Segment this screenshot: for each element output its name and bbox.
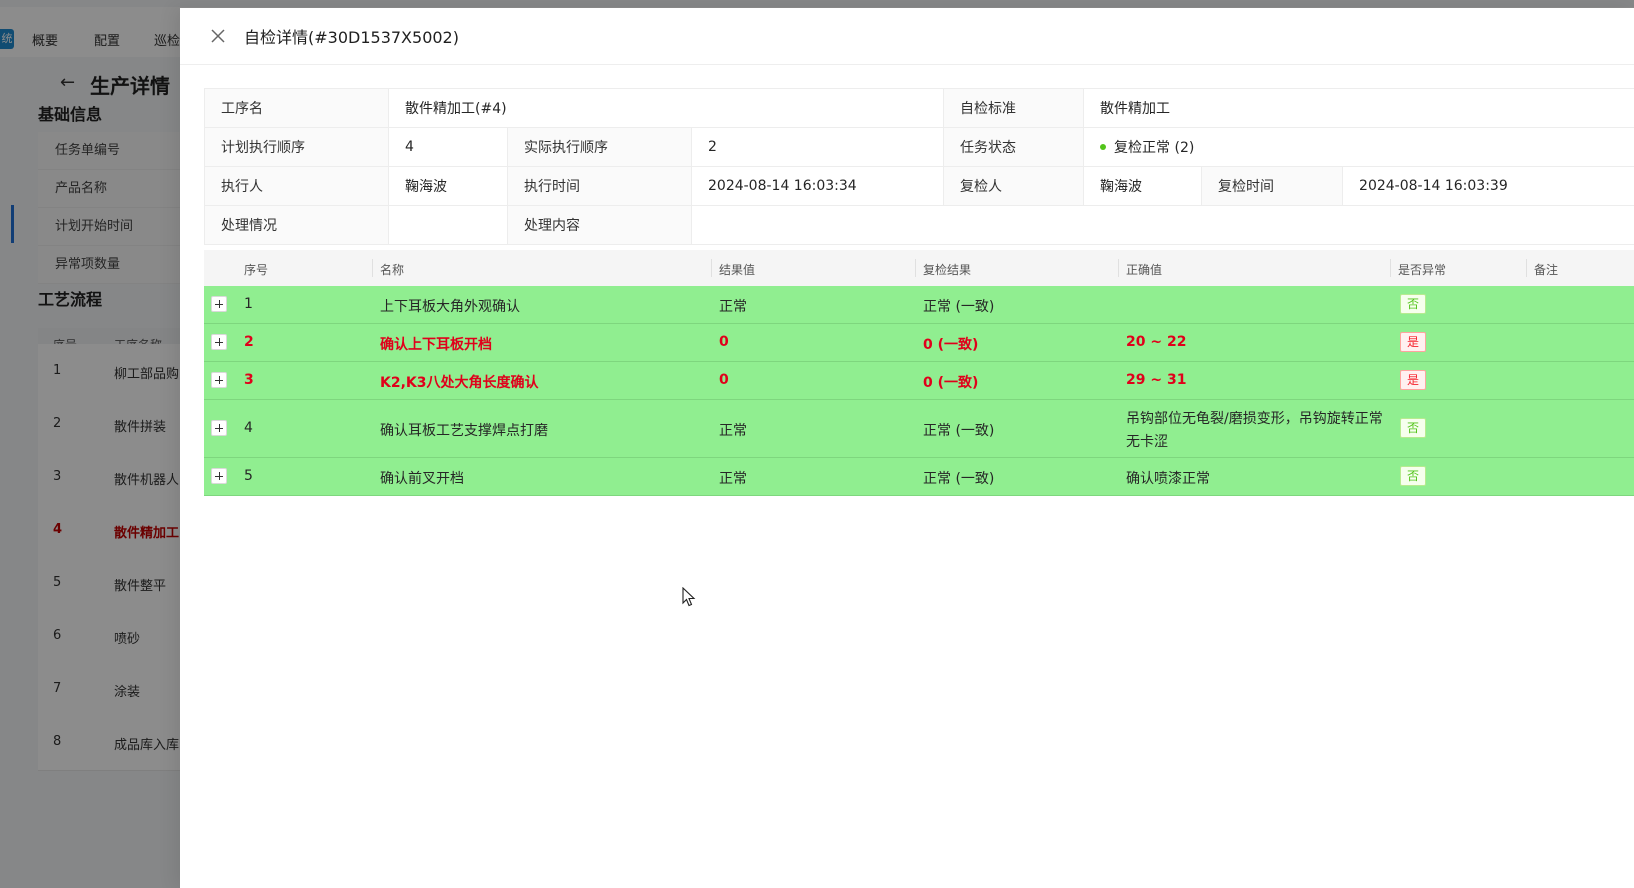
header-abnormal: 是否异常 (1398, 263, 1447, 277)
cell-result: 0 (719, 334, 729, 350)
cell-result: 0 (719, 372, 729, 388)
value-actual-order: 2 (690, 127, 945, 167)
close-icon[interactable] (208, 26, 228, 46)
expand-row-icon[interactable] (211, 296, 227, 312)
label-handling: 处理情况 (204, 205, 389, 245)
label-handling-content: 处理内容 (507, 205, 692, 245)
cell-recheck: 正常 (一致) (923, 299, 995, 315)
cell-correct: 确认喷漆正常 (1126, 471, 1210, 487)
label-executor: 执行人 (204, 166, 389, 206)
label-rechecker: 复检人 (943, 166, 1085, 206)
header-recheck: 复检结果 (923, 263, 972, 277)
mouse-pointer-icon (682, 586, 696, 611)
task-status-text: 复检正常 (2) (1114, 140, 1195, 156)
label-plan-order: 计划执行顺序 (204, 127, 389, 167)
cell-name: 上下耳板大角外观确认 (380, 299, 520, 315)
abnormal-tag: 是 (1400, 332, 1426, 352)
table-row[interactable]: 1 上下耳板大角外观确认 正常 正常 (一致) 否 (204, 286, 1634, 324)
header-remark: 备注 (1534, 263, 1559, 277)
value-standard: 散件精加工 (1083, 88, 1634, 128)
cell-name: 确认前叉开档 (380, 471, 464, 487)
value-plan-order: 4 (388, 127, 508, 167)
cell-recheck: 0 (一致) (923, 375, 979, 391)
abnormal-tag: 否 (1400, 418, 1426, 438)
label-actual-order: 实际执行顺序 (507, 127, 692, 167)
cell-name: K2,K3八处大角长度确认 (380, 375, 539, 391)
cell-no: 5 (244, 468, 253, 484)
abnormal-tag: 否 (1400, 294, 1426, 314)
cell-no: 3 (244, 372, 254, 388)
label-task-status: 任务状态 (943, 127, 1085, 167)
cell-result: 正常 (719, 471, 747, 487)
cell-name: 确认耳板工艺支撑焊点打磨 (380, 423, 548, 439)
value-task-status: 复检正常 (2) (1083, 127, 1634, 167)
table-row[interactable]: 2 确认上下耳板开档 0 0 (一致) 20 ~ 22 是 (204, 324, 1634, 362)
cell-no: 4 (244, 420, 253, 436)
expand-row-icon[interactable] (211, 334, 227, 350)
label-recheck-time: 复检时间 (1201, 166, 1344, 206)
cell-result: 正常 (719, 299, 747, 315)
header-no: 序号 (244, 263, 269, 277)
drawer-header: 自检详情(#30D1537X5002) (180, 8, 1634, 65)
table-row[interactable]: 4 确认耳板工艺支撑焊点打磨 正常 正常 (一致) 吊钩部位无龟裂/磨损变形，吊… (204, 400, 1634, 458)
header-correct: 正确值 (1126, 263, 1163, 277)
label-exec-time: 执行时间 (507, 166, 692, 206)
status-dot-icon (1100, 144, 1107, 150)
value-rechecker: 鞠海波 (1083, 166, 1203, 206)
self-check-drawer: 自检详情(#30D1537X5002) 工序名 散件精加工(#4) 自检标准 散… (180, 8, 1634, 888)
cell-no: 2 (244, 334, 254, 350)
cell-correct-line1: 吊钩部位无龟裂/磨损变形，吊钩旋转正常 (1126, 411, 1383, 427)
check-items-table: 序号 名称 结果值 复检结果 正确值 是否异常 备注 1 上下耳板大角外观确认 … (204, 250, 1634, 496)
value-handling (388, 205, 508, 245)
label-standard: 自检标准 (943, 88, 1085, 128)
value-recheck-time: 2024-08-14 16:03:39 (1342, 166, 1634, 206)
cell-no: 1 (244, 296, 253, 312)
header-result: 结果值 (719, 263, 756, 277)
cell-result: 正常 (719, 423, 747, 439)
value-exec-time: 2024-08-14 16:03:34 (690, 166, 945, 206)
abnormal-tag: 是 (1400, 370, 1426, 390)
cell-recheck: 正常 (一致) (923, 423, 995, 439)
cell-correct: 29 ~ 31 (1126, 372, 1187, 388)
cell-correct-line2: 无卡涩 (1126, 434, 1168, 450)
expand-row-icon[interactable] (211, 372, 227, 388)
value-process-name: 散件精加工(#4) (387, 88, 945, 128)
info-descriptions: 工序名 散件精加工(#4) 自检标准 散件精加工 计划执行顺序 4 实际执行顺序… (204, 88, 1634, 245)
expand-row-icon[interactable] (211, 420, 227, 436)
cell-recheck: 正常 (一致) (923, 471, 995, 487)
cell-correct: 20 ~ 22 (1126, 334, 1187, 350)
value-executor: 鞠海波 (388, 166, 508, 206)
table-row[interactable]: 3 K2,K3八处大角长度确认 0 0 (一致) 29 ~ 31 是 (204, 362, 1634, 400)
cell-recheck: 0 (一致) (923, 337, 979, 353)
abnormal-tag: 否 (1400, 466, 1426, 486)
value-handling-content (690, 205, 1634, 245)
cell-name: 确认上下耳板开档 (380, 337, 492, 353)
label-process-name: 工序名 (204, 88, 389, 128)
table-row[interactable]: 5 确认前叉开档 正常 正常 (一致) 确认喷漆正常 否 (204, 458, 1634, 496)
drawer-title: 自检详情(#30D1537X5002) (244, 28, 459, 47)
expand-row-icon[interactable] (211, 468, 227, 484)
header-name: 名称 (380, 263, 405, 277)
table-header: 序号 名称 结果值 复检结果 正确值 是否异常 备注 (204, 250, 1634, 286)
